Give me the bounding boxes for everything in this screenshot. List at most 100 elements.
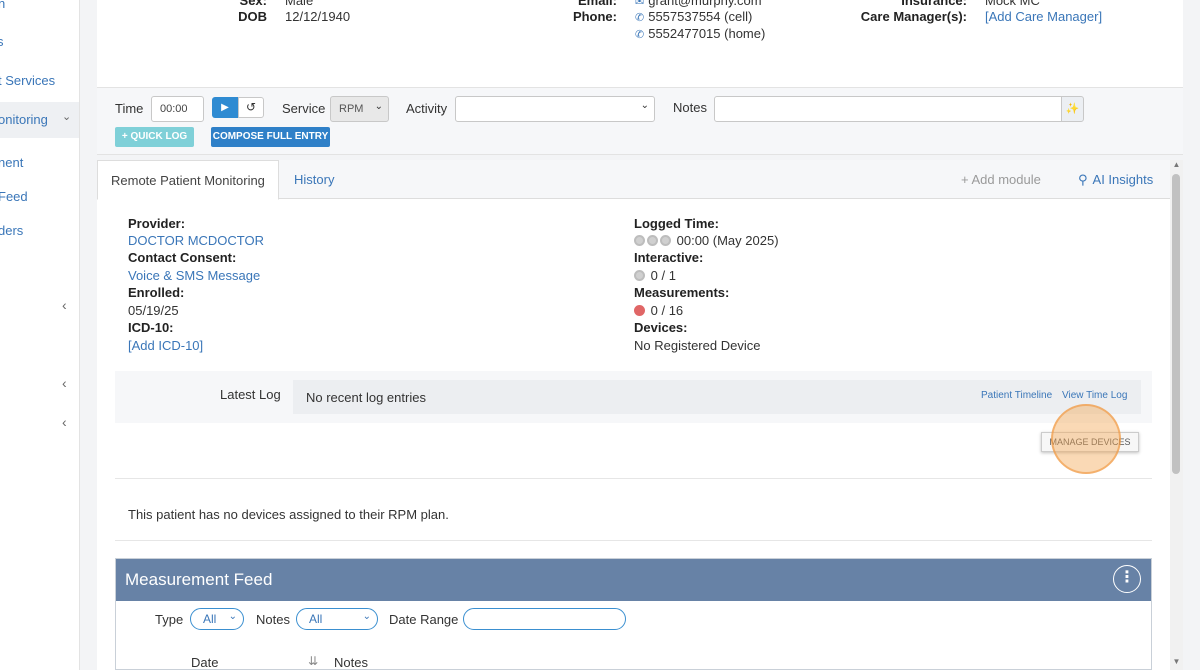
service-value: RPM (339, 103, 364, 115)
reset-icon: ↺ (245, 100, 257, 114)
tab-remote-patient-monitoring[interactable]: Remote Patient Monitoring (97, 160, 279, 200)
status-dot-icon (647, 235, 658, 246)
email-text: grant@murphy.com (648, 0, 762, 8)
measurement-feed-title: Measurement Feed (125, 570, 273, 589)
date-range-label: Date Range (389, 612, 459, 627)
activity-select[interactable]: ⌄ (455, 96, 655, 122)
time-input[interactable]: 00:00 (151, 96, 204, 122)
phone-cell-text: 5557537554 (cell) (648, 9, 753, 24)
icd10-label: ICD-10: (128, 320, 174, 335)
alert-dot-icon (634, 305, 645, 316)
service-label: Service (282, 101, 326, 116)
notes-filter-select[interactable]: All ⌄ (296, 608, 378, 630)
column-notes[interactable]: Notes (334, 655, 368, 670)
more-options-icon[interactable]: ⋮ (1113, 565, 1141, 593)
patient-header-card: Sex: Male DOB 12/12/1940 Email: ✉ grant@m… (97, 0, 1183, 88)
add-icd10-link[interactable]: [Add ICD-10] (128, 338, 203, 353)
sidebar-item-monitoring[interactable]: onitoring (0, 112, 48, 127)
logged-time-label: Logged Time: (634, 216, 719, 231)
interactive-text: 0 / 1 (650, 268, 676, 283)
type-value: All (203, 612, 217, 626)
sidebar-item-management[interactable]: nent (0, 155, 23, 170)
ai-insights-label: AI Insights (1092, 172, 1154, 187)
divider (115, 540, 1152, 541)
lightbulb-icon: ⚲ (1078, 172, 1088, 187)
sidebar-item-orders[interactable]: ders (0, 223, 23, 238)
view-time-log-link[interactable]: View Time Log (1062, 390, 1127, 401)
sidebar-item-1[interactable]: n (0, 0, 5, 11)
panel-scrollbar[interactable]: ▲ ▼ (1170, 160, 1183, 670)
chevron-left-icon[interactable]: ‹ (62, 375, 67, 391)
phone-cell[interactable]: ✆ 5557537554 (cell) (635, 9, 752, 24)
sex-label: Sex: (239, 0, 267, 8)
play-icon: ▶ (221, 102, 229, 113)
status-dot-icon (634, 235, 645, 246)
phone-home-text: 5552477015 (home) (648, 26, 766, 41)
email-value[interactable]: ✉ grant@murphy.com (635, 0, 762, 8)
enrolled-value: 05/19/25 (128, 303, 179, 318)
mail-icon: ✉ (635, 0, 645, 8)
sort-icon[interactable]: ⇊ (308, 654, 318, 668)
chevron-down-icon: ⌄ (374, 101, 383, 112)
date-range-input[interactable] (463, 608, 626, 630)
compose-full-entry-button[interactable]: COMPOSE FULL ENTRY (211, 127, 330, 147)
notes-filter-value: All (309, 612, 323, 626)
scroll-thumb[interactable] (1172, 174, 1180, 474)
divider (115, 478, 1152, 479)
notes-label: Notes (673, 100, 707, 115)
sex-value: Male (285, 0, 314, 8)
phone-icon: ✆ (635, 29, 645, 41)
no-devices-message: This patient has no devices assigned to … (128, 507, 449, 522)
service-select[interactable]: RPM ⌄ (330, 96, 389, 122)
ai-insights-button[interactable]: ⚲ AI Insights (1078, 160, 1153, 199)
lightning-icon[interactable]: ✨ (1061, 96, 1084, 122)
email-label: Email: (577, 0, 617, 8)
measurements-text: 0 / 16 (650, 303, 684, 318)
latest-log-label: Latest Log (220, 387, 281, 402)
tab-bar: Remote Patient Monitoring History + Add … (97, 160, 1170, 200)
enrolled-label: Enrolled: (128, 285, 185, 300)
notes-input[interactable] (714, 96, 1062, 122)
contact-consent-link[interactable]: Voice & SMS Message (128, 268, 260, 283)
interactive-value: 0 / 1 (634, 268, 676, 283)
latest-log-value: No recent log entries (306, 390, 426, 405)
tab-history[interactable]: History (281, 160, 347, 199)
chevron-left-icon[interactable]: ‹ (62, 414, 67, 430)
sidebar-item-2[interactable]: s (0, 34, 4, 49)
play-button[interactable]: ▶ (212, 97, 238, 118)
contact-consent-label: Contact Consent: (128, 250, 237, 265)
notes-filter-label: Notes (256, 612, 290, 627)
chevron-down-icon: ⌄ (228, 611, 237, 622)
devices-label: Devices: (634, 320, 688, 335)
scroll-down-icon[interactable]: ▼ (1171, 657, 1182, 666)
latest-log-row: Latest Log No recent log entries Patient… (115, 371, 1152, 423)
reset-button[interactable]: ↺ (238, 97, 264, 118)
latest-log-box: No recent log entries Patient Timeline V… (293, 380, 1141, 414)
type-select[interactable]: All ⌄ (190, 608, 244, 630)
measurement-feed: Measurement Feed ⋮ Type All ⌄ Notes All … (115, 558, 1152, 670)
chevron-down-icon[interactable]: ⌄ (62, 110, 71, 123)
add-module-button[interactable]: + Add module (961, 160, 1041, 199)
status-dot-icon (660, 235, 671, 246)
manage-devices-button[interactable]: MANAGE DEVICES (1041, 432, 1139, 452)
patient-timeline-link[interactable]: Patient Timeline (981, 390, 1052, 401)
sidebar-item-feed[interactable]: Feed (0, 189, 28, 204)
column-date[interactable]: Date (191, 655, 218, 670)
phone-home[interactable]: ✆ 5552477015 (home) (635, 26, 765, 41)
rpm-panel: Remote Patient Monitoring History + Add … (97, 160, 1170, 670)
logged-time-value: 00:00 (May 2025) (634, 233, 779, 248)
sidebar: n s t Services onitoring ⌄ nent Feed der… (0, 0, 80, 670)
add-care-manager-link[interactable]: [Add Care Manager] (985, 9, 1102, 24)
activity-label: Activity (406, 101, 448, 116)
sidebar-item-services[interactable]: t Services (0, 73, 55, 88)
provider-label: Provider: (128, 216, 186, 231)
time-label: Time (115, 101, 144, 116)
chevron-down-icon: ⌄ (640, 100, 649, 111)
quick-log-button[interactable]: + QUICK LOG (115, 127, 194, 147)
care-manager-label: Care Manager(s): (860, 9, 967, 24)
insurance-label: Insurance: (901, 0, 967, 8)
scroll-up-icon[interactable]: ▲ (1171, 160, 1182, 169)
provider-link[interactable]: DOCTOR MCDOCTOR (128, 233, 264, 248)
dob-label: DOB (238, 9, 267, 24)
chevron-left-icon[interactable]: ‹ (62, 297, 67, 313)
